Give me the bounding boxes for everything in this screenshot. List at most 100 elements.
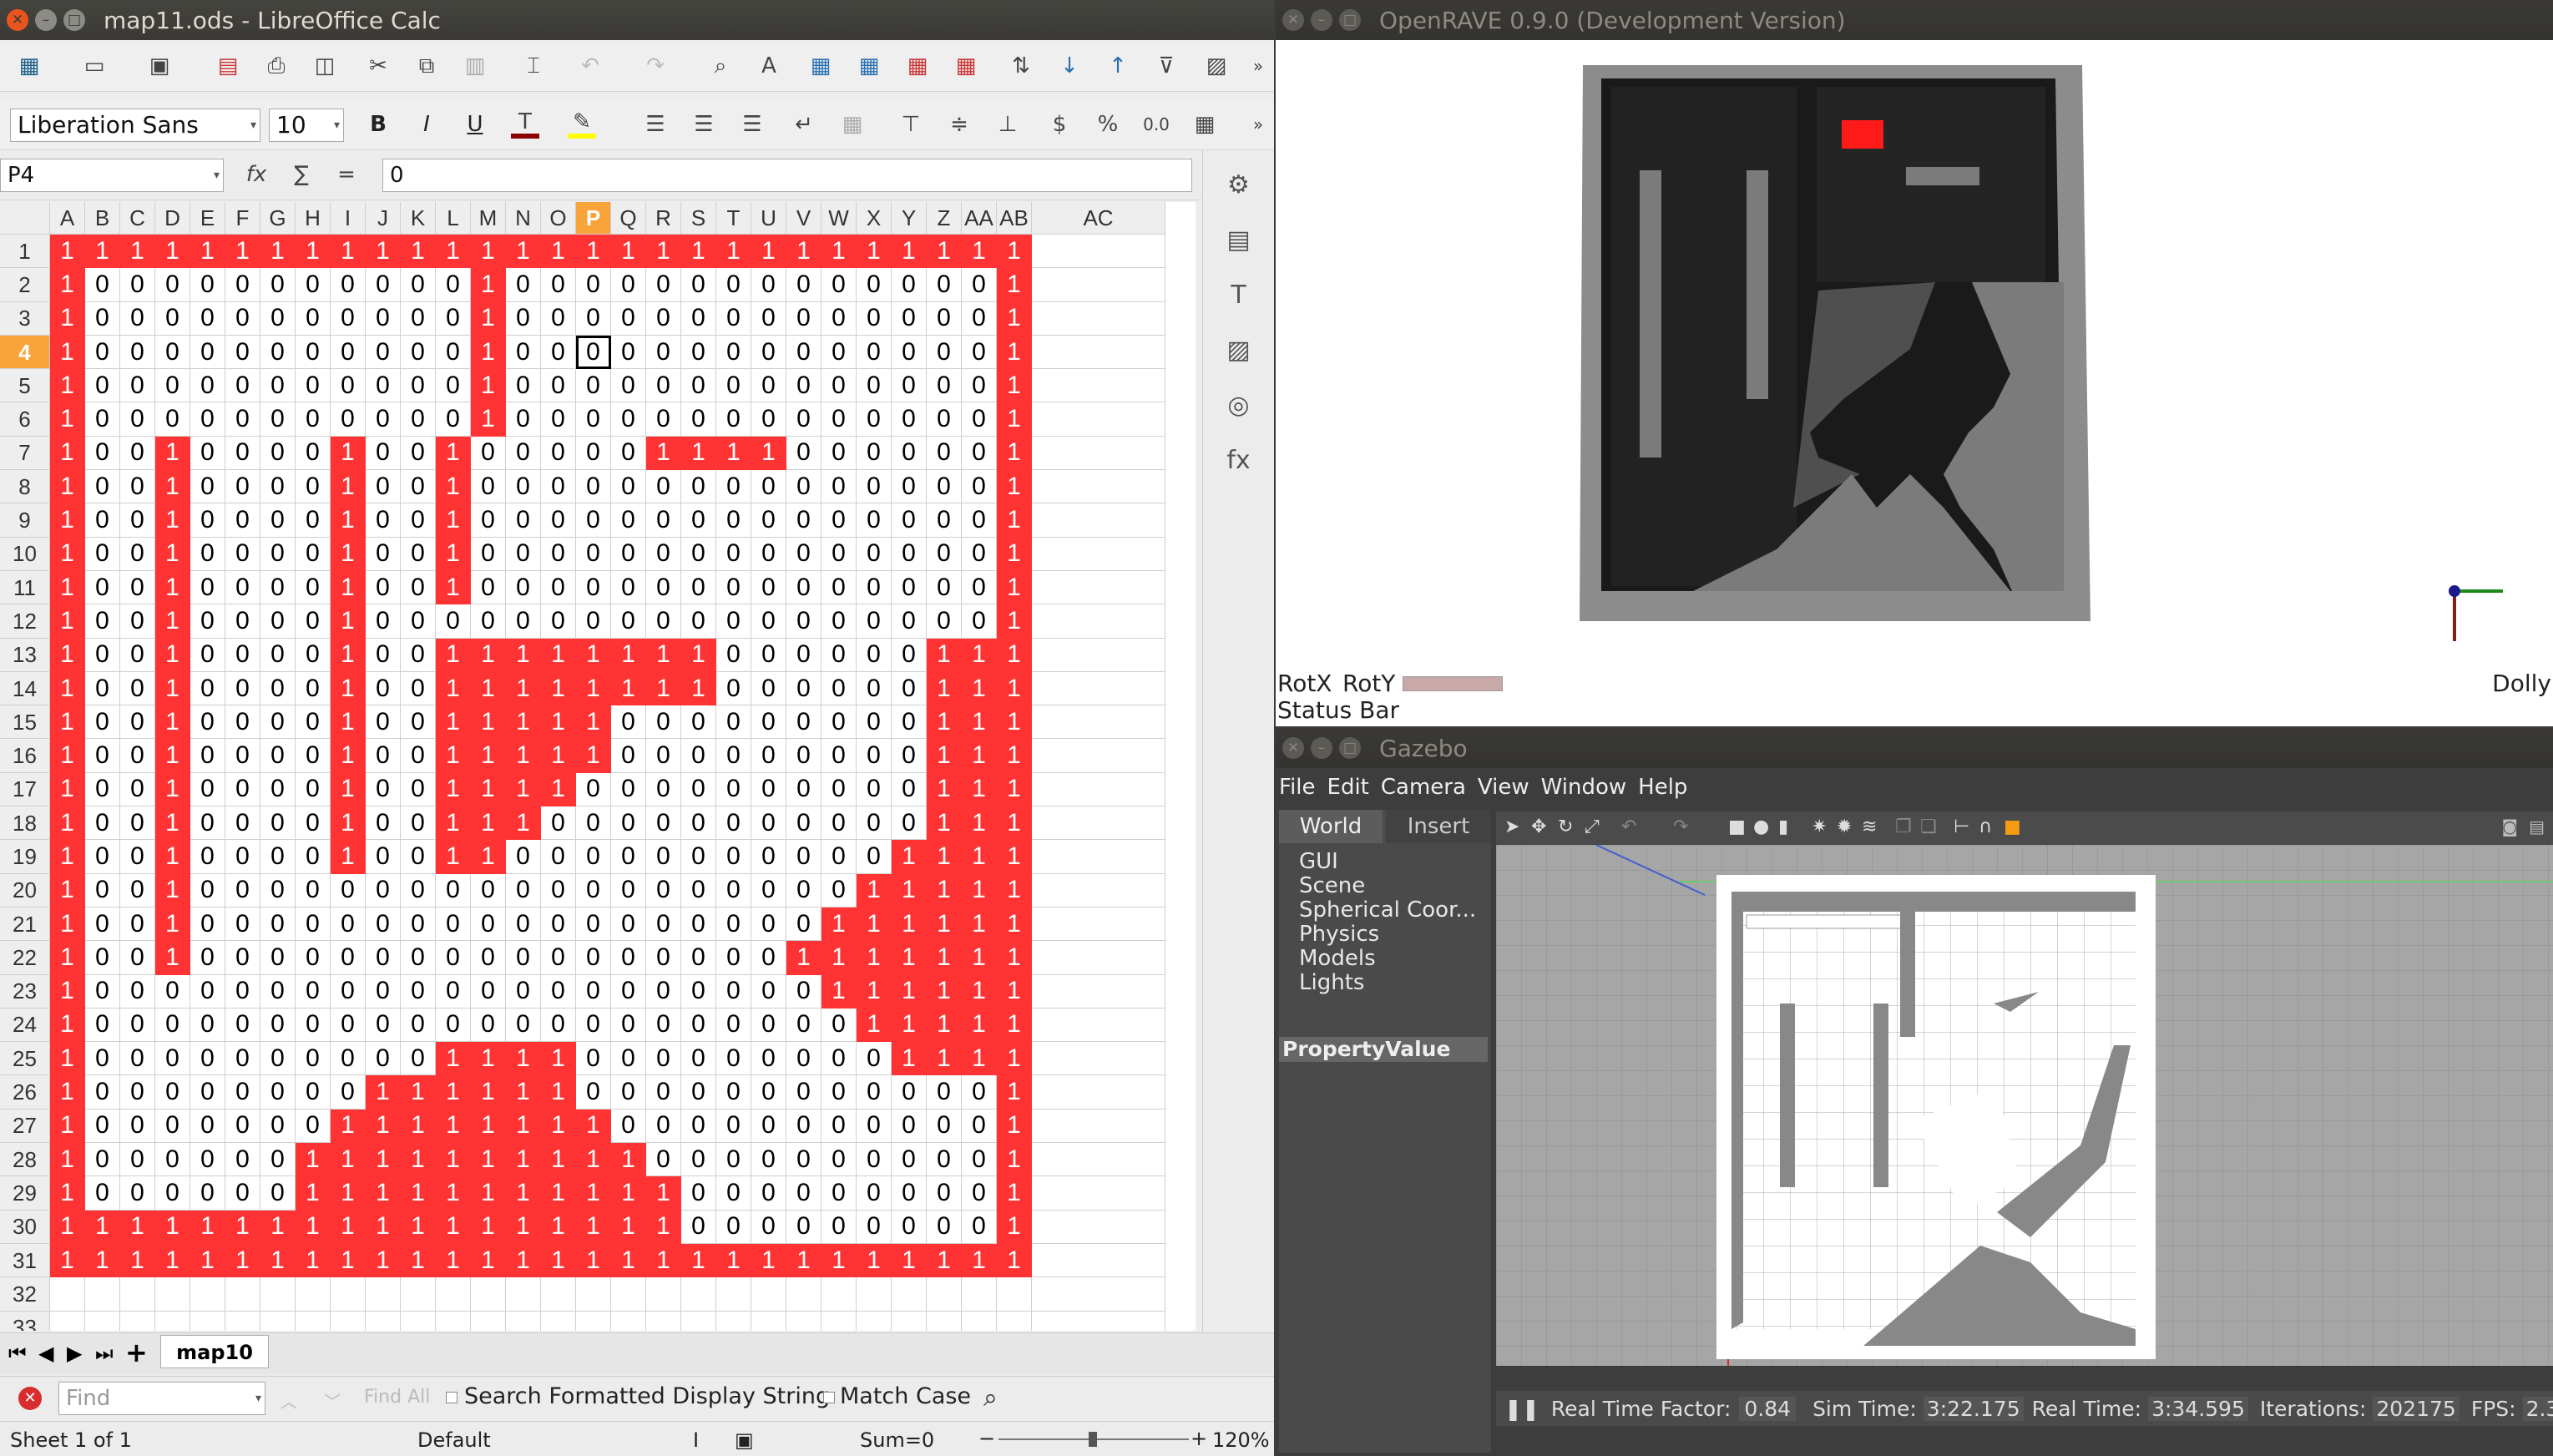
- cell[interactable]: 0: [927, 369, 962, 403]
- row-header[interactable]: 13: [0, 638, 50, 672]
- cell[interactable]: 0: [576, 941, 611, 975]
- cell[interactable]: 1: [436, 1042, 471, 1076]
- cell[interactable]: 0: [681, 402, 716, 437]
- cell[interactable]: 0: [611, 705, 646, 740]
- menu-edit[interactable]: Edit: [1327, 775, 1369, 800]
- cell[interactable]: 0: [331, 335, 366, 370]
- cell[interactable]: 0: [822, 671, 857, 706]
- cell[interactable]: 1: [331, 436, 366, 471]
- cell[interactable]: 0: [962, 436, 997, 471]
- cell[interactable]: 0: [190, 739, 225, 773]
- cell[interactable]: 1: [436, 503, 471, 538]
- underline-icon[interactable]: U: [461, 110, 489, 139]
- cell[interactable]: 1: [50, 1008, 85, 1043]
- cell[interactable]: [927, 1311, 962, 1331]
- cell[interactable]: 0: [822, 1210, 857, 1244]
- cell[interactable]: 0: [892, 705, 927, 740]
- cell[interactable]: 0: [646, 1109, 681, 1144]
- cell[interactable]: 0: [85, 1008, 120, 1043]
- cell[interactable]: 1: [50, 537, 85, 571]
- cell[interactable]: 0: [857, 739, 892, 773]
- column-header[interactable]: N: [506, 202, 541, 235]
- cell[interactable]: 1: [927, 235, 962, 269]
- cell[interactable]: 0: [786, 268, 822, 302]
- cell[interactable]: 0: [296, 705, 331, 740]
- cell[interactable]: 1: [331, 503, 366, 538]
- cell[interactable]: 0: [786, 402, 822, 437]
- delete-column-icon[interactable]: ▦: [952, 52, 980, 80]
- cell[interactable]: 0: [646, 570, 681, 605]
- cell[interactable]: 0: [225, 974, 260, 1009]
- cell[interactable]: 0: [576, 840, 611, 874]
- cell[interactable]: 1: [155, 671, 190, 706]
- cell[interactable]: 0: [506, 840, 541, 874]
- cell[interactable]: 0: [296, 503, 331, 538]
- cell[interactable]: 0: [541, 537, 576, 571]
- cell[interactable]: [120, 1311, 155, 1331]
- cell[interactable]: 0: [401, 806, 436, 841]
- column-header[interactable]: T: [716, 202, 751, 235]
- cell[interactable]: 0: [541, 941, 576, 975]
- cell[interactable]: 0: [541, 1008, 576, 1043]
- cell[interactable]: 0: [296, 1042, 331, 1076]
- cell[interactable]: 0: [927, 335, 962, 370]
- cell[interactable]: 1: [997, 604, 1032, 639]
- cell[interactable]: 1: [611, 1243, 646, 1278]
- cell[interactable]: [1032, 671, 1165, 706]
- cell[interactable]: [962, 1277, 997, 1312]
- cell[interactable]: 1: [997, 1243, 1032, 1278]
- cell[interactable]: 1: [962, 772, 997, 807]
- row-header[interactable]: 29: [0, 1176, 50, 1211]
- row-icon[interactable]: ▦: [806, 52, 835, 80]
- cell[interactable]: 0: [225, 470, 260, 504]
- column-header[interactable]: G: [260, 202, 296, 235]
- cell[interactable]: 0: [751, 1176, 786, 1211]
- cell[interactable]: 0: [646, 1008, 681, 1043]
- cell[interactable]: [1032, 369, 1165, 403]
- cell[interactable]: 0: [85, 941, 120, 975]
- cell[interactable]: 0: [927, 1109, 962, 1144]
- cell[interactable]: 0: [85, 974, 120, 1009]
- cell[interactable]: 0: [401, 1008, 436, 1043]
- directional-light-icon[interactable]: ≋: [1862, 816, 1877, 837]
- cell[interactable]: 0: [225, 806, 260, 841]
- cell[interactable]: 1: [331, 840, 366, 874]
- cell[interactable]: 0: [751, 840, 786, 874]
- cell[interactable]: 1: [260, 235, 296, 269]
- cell[interactable]: 0: [120, 1008, 155, 1043]
- cell[interactable]: 0: [85, 402, 120, 437]
- cell[interactable]: [1032, 1008, 1165, 1043]
- cell[interactable]: [506, 1277, 541, 1312]
- cell[interactable]: 1: [997, 638, 1032, 672]
- cell[interactable]: 0: [225, 537, 260, 571]
- align-center-icon[interactable]: ☰: [690, 110, 718, 139]
- cell[interactable]: 0: [611, 301, 646, 336]
- row-header[interactable]: 23: [0, 974, 50, 1009]
- cell[interactable]: 1: [506, 1176, 541, 1211]
- cell[interactable]: 1: [331, 671, 366, 706]
- cell[interactable]: 1: [997, 840, 1032, 874]
- cell[interactable]: 0: [822, 739, 857, 773]
- cell[interactable]: 0: [120, 1109, 155, 1144]
- cell[interactable]: 1: [120, 1210, 155, 1244]
- cell[interactable]: 0: [260, 436, 296, 471]
- cell[interactable]: 0: [611, 739, 646, 773]
- cell[interactable]: 0: [260, 638, 296, 672]
- row-header[interactable]: 5: [0, 369, 50, 403]
- cell[interactable]: 1: [997, 570, 1032, 605]
- cell[interactable]: 1: [401, 1109, 436, 1144]
- find-input[interactable]: Find ▾: [58, 1382, 265, 1415]
- row-header[interactable]: 3: [0, 301, 50, 336]
- cell[interactable]: 1: [155, 806, 190, 841]
- cell[interactable]: 0: [751, 638, 786, 672]
- cell[interactable]: [1032, 907, 1165, 942]
- cell[interactable]: 0: [190, 604, 225, 639]
- cell[interactable]: 0: [436, 907, 471, 942]
- styles-icon[interactable]: T: [1214, 274, 1264, 316]
- cell[interactable]: 1: [436, 1210, 471, 1244]
- cell[interactable]: 0: [296, 806, 331, 841]
- cell[interactable]: 0: [366, 402, 401, 437]
- font-color-icon[interactable]: T: [511, 109, 539, 139]
- cell[interactable]: 0: [681, 1210, 716, 1244]
- cell[interactable]: 0: [857, 301, 892, 336]
